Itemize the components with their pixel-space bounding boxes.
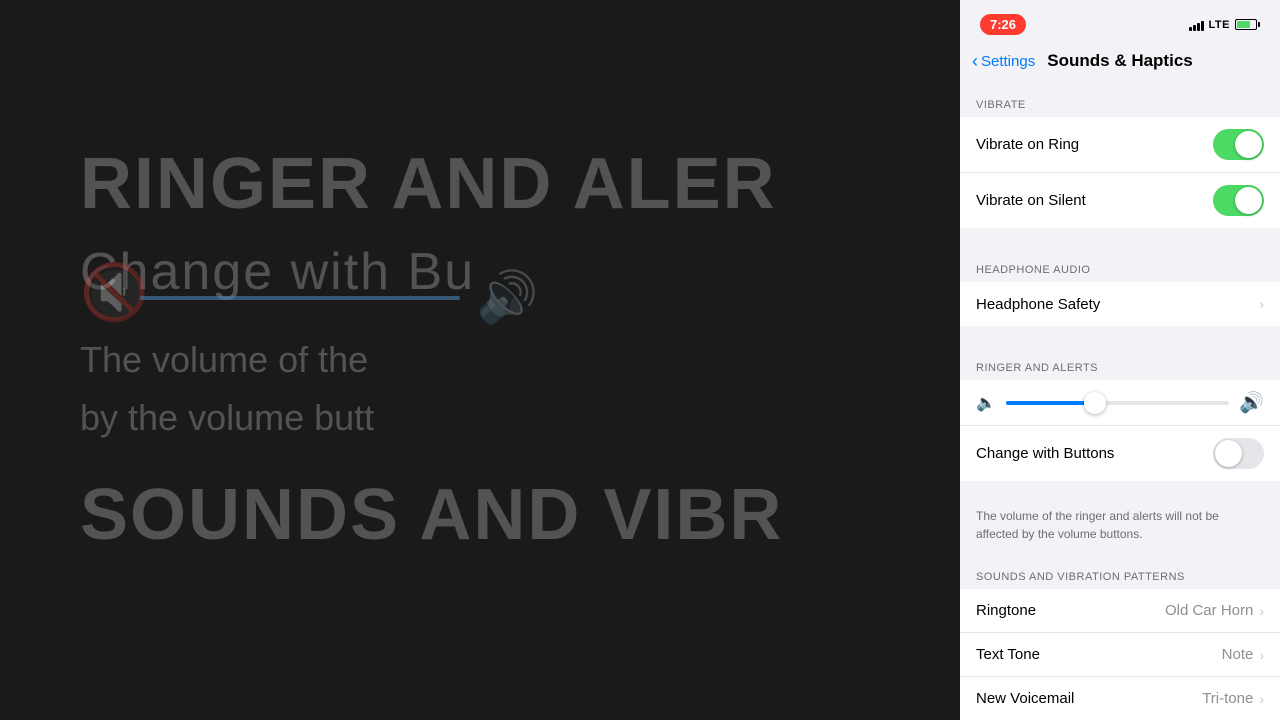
bg-volume-low-icon: 🔇: [80, 260, 148, 325]
change-with-buttons-label: Change with Buttons: [976, 445, 1114, 462]
ringtone-chevron-icon: ›: [1259, 603, 1264, 619]
battery-body: [1235, 19, 1257, 30]
battery-fill: [1237, 21, 1250, 28]
lte-label: LTE: [1209, 19, 1230, 31]
battery-icon: [1235, 19, 1260, 30]
new-voicemail-chevron-icon: ›: [1259, 691, 1264, 707]
text-tone-chevron-icon: ›: [1259, 647, 1264, 663]
bg-slider-line: [140, 296, 460, 300]
volume-row: 🔈 🔊: [960, 380, 1280, 426]
signal-bar-3: [1197, 23, 1200, 31]
headphone-safety-label: Headphone Safety: [976, 296, 1100, 313]
text-tone-label: Text Tone: [976, 646, 1040, 663]
change-with-buttons-knob: [1215, 440, 1242, 467]
text-tone-value: Note: [1222, 646, 1254, 663]
info-text-row: The volume of the ringer and alerts will…: [960, 501, 1280, 555]
ringtone-row[interactable]: Ringtone Old Car Horn ›: [960, 589, 1280, 633]
headphone-safety-chevron-icon: ›: [1259, 296, 1264, 312]
vibrate-group: Vibrate on Ring Vibrate on Silent: [960, 117, 1280, 228]
vibrate-on-ring-label: Vibrate on Ring: [976, 136, 1079, 153]
text-tone-right: Note ›: [1222, 646, 1264, 663]
new-voicemail-label: New Voicemail: [976, 690, 1074, 707]
nav-bar: ‹ Settings Sounds & Haptics: [960, 43, 1280, 83]
vibrate-on-ring-toggle[interactable]: [1213, 129, 1264, 160]
bg-line-1: RINGER AND ALER: [80, 145, 783, 224]
signal-bar-2: [1193, 25, 1196, 31]
change-with-buttons-row[interactable]: Change with Buttons: [960, 426, 1280, 481]
bg-line-3a: The volume of the: [80, 331, 540, 389]
settings-content[interactable]: VIBRATE Vibrate on Ring Vibrate on Silen…: [960, 83, 1280, 720]
info-text: The volume of the ringer and alerts will…: [976, 509, 1219, 541]
new-voicemail-row[interactable]: New Voicemail Tri-tone ›: [960, 677, 1280, 720]
vibrate-on-silent-knob: [1235, 187, 1262, 214]
volume-low-icon: 🔈: [976, 393, 996, 413]
sounds-patterns-header: SOUNDS AND VIBRATION PATTERNS: [960, 555, 1280, 589]
status-bar: 7:26 LTE: [960, 0, 1280, 43]
bg-volume-high-icon: 🔊: [476, 268, 538, 327]
back-button[interactable]: ‹ Settings: [972, 52, 1035, 70]
volume-slider-container: 🔈 🔊: [976, 390, 1264, 415]
vibrate-on-ring-row[interactable]: Vibrate on Ring: [960, 117, 1280, 173]
ringer-alerts-group: 🔈 🔊 Change with Buttons: [960, 380, 1280, 481]
phone-panel: 7:26 LTE ‹ Settings Sounds & Haptics: [960, 0, 1280, 720]
volume-high-icon: 🔊: [1239, 390, 1264, 415]
change-with-buttons-toggle[interactable]: [1213, 438, 1264, 469]
page-title: Sounds & Haptics: [1047, 51, 1192, 71]
sounds-patterns-group: Ringtone Old Car Horn › Text Tone Note ›…: [960, 589, 1280, 720]
vibrate-on-silent-label: Vibrate on Silent: [976, 192, 1086, 209]
ringer-alerts-header: RINGER AND ALERTS: [960, 346, 1280, 380]
vibrate-on-ring-knob: [1235, 131, 1262, 158]
ringtone-right: Old Car Horn ›: [1165, 602, 1264, 619]
volume-slider-thumb[interactable]: [1084, 392, 1106, 414]
back-label: Settings: [981, 53, 1035, 70]
bg-line-3b: by the volume butt: [80, 389, 540, 447]
new-voicemail-right: Tri-tone ›: [1202, 690, 1264, 707]
ringer-alerts-section: RINGER AND ALERTS 🔈 🔊 Change with Button…: [960, 346, 1280, 555]
bg-line-4: SOUNDS AND VIBR: [80, 476, 783, 555]
signal-bar-4: [1201, 21, 1204, 31]
back-chevron-icon: ‹: [972, 52, 978, 70]
text-tone-row[interactable]: Text Tone Note ›: [960, 633, 1280, 677]
ringtone-label: Ringtone: [976, 602, 1036, 619]
sounds-patterns-section: SOUNDS AND VIBRATION PATTERNS Ringtone O…: [960, 555, 1280, 720]
status-time: 7:26: [980, 14, 1026, 35]
volume-slider-track[interactable]: [1006, 401, 1229, 405]
signal-bars: [1189, 19, 1204, 31]
headphone-section: HEADPHONE AUDIO Headphone Safety ›: [960, 248, 1280, 326]
signal-bar-1: [1189, 27, 1192, 31]
headphone-safety-row[interactable]: Headphone Safety ›: [960, 282, 1280, 326]
bg-slider-area: 🔊: [140, 268, 538, 327]
background-text: RINGER AND ALER Change with Bu The volum…: [80, 145, 783, 576]
volume-slider-fill: [1006, 401, 1095, 405]
battery-tip: [1258, 22, 1260, 27]
headphone-section-header: HEADPHONE AUDIO: [960, 248, 1280, 282]
vibrate-on-silent-toggle[interactable]: [1213, 185, 1264, 216]
vibrate-section: VIBRATE Vibrate on Ring Vibrate on Silen…: [960, 83, 1280, 228]
new-voicemail-value: Tri-tone: [1202, 690, 1253, 707]
status-icons: LTE: [1189, 19, 1260, 31]
ringtone-value: Old Car Horn: [1165, 602, 1253, 619]
headphone-group: Headphone Safety ›: [960, 282, 1280, 326]
vibrate-on-silent-row[interactable]: Vibrate on Silent: [960, 173, 1280, 228]
vibrate-section-header: VIBRATE: [960, 83, 1280, 117]
headphone-safety-right: ›: [1259, 296, 1264, 312]
